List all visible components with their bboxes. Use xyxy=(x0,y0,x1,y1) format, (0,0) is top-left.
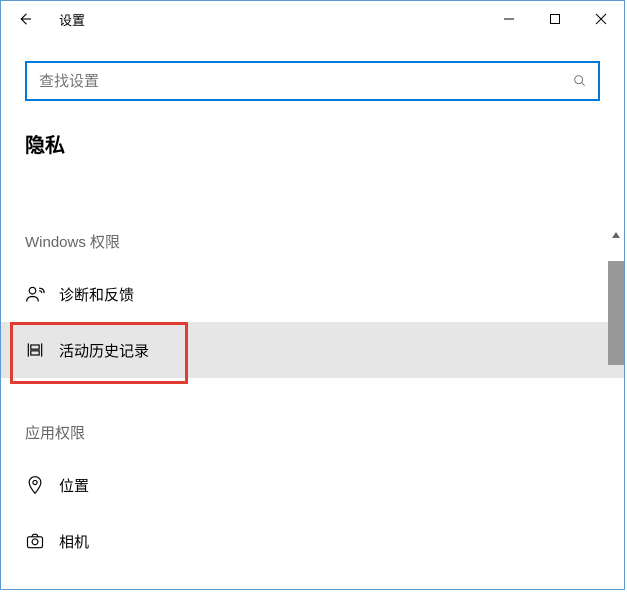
search-container xyxy=(1,37,624,101)
search-input[interactable] xyxy=(37,72,572,91)
maximize-icon xyxy=(549,13,561,25)
item-activity-history[interactable]: 活动历史记录 xyxy=(1,322,624,378)
window-controls xyxy=(486,4,624,34)
item-diagnostics-feedback[interactable]: 诊断和反馈 xyxy=(1,266,624,322)
item-label: 相机 xyxy=(59,531,89,552)
maximize-button[interactable] xyxy=(532,4,578,34)
vertical-scrollbar[interactable] xyxy=(608,227,624,589)
camera-icon xyxy=(25,531,59,551)
minimize-icon xyxy=(503,13,515,25)
arrow-left-icon xyxy=(16,10,34,28)
item-camera[interactable]: 相机 xyxy=(1,513,624,569)
scroll-thumb[interactable] xyxy=(608,261,624,365)
back-button[interactable] xyxy=(1,1,49,37)
search-icon xyxy=(572,73,588,89)
window-title: 设置 xyxy=(59,10,85,29)
feedback-icon xyxy=(25,284,59,304)
scroll-up-arrow-icon[interactable] xyxy=(608,227,624,243)
close-button[interactable] xyxy=(578,4,624,34)
minimize-button[interactable] xyxy=(486,4,532,34)
item-label: 诊断和反馈 xyxy=(59,284,134,305)
close-icon xyxy=(595,13,607,25)
settings-window: 设置 xyxy=(0,0,625,590)
activity-history-icon xyxy=(25,340,59,360)
content-area: 隐私 Windows 权限 诊断和反馈 xyxy=(1,37,624,589)
search-box[interactable] xyxy=(25,61,600,101)
item-label: 活动历史记录 xyxy=(59,340,149,361)
item-label: 位置 xyxy=(59,475,89,496)
section-app-permissions: 应用权限 xyxy=(1,378,624,457)
settings-list: Windows 权限 诊断和反馈 xyxy=(1,205,624,589)
titlebar: 设置 xyxy=(1,1,624,37)
titlebar-left: 设置 xyxy=(1,1,85,37)
location-icon xyxy=(25,475,59,495)
item-location[interactable]: 位置 xyxy=(1,457,624,513)
page-title: 隐私 xyxy=(1,101,624,168)
section-windows-permissions: Windows 权限 xyxy=(1,205,624,266)
